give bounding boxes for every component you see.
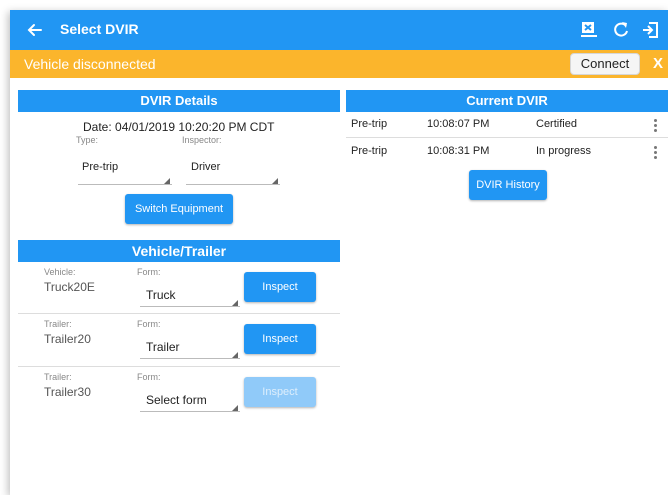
type-value: Pre-trip [82,161,119,173]
trailer-name: Trailer20 [44,332,91,346]
row-type-label: Trailer: [44,372,72,382]
form-value: Trailer [146,340,180,354]
form-value: Truck [146,288,176,302]
more-options-icon[interactable] [654,119,657,134]
row-type-label: Vehicle: [44,267,76,277]
banner-close-button[interactable]: X [653,55,663,72]
connect-button[interactable]: Connect [570,53,640,75]
vehicle-disconnected-banner: Vehicle disconnected Connect X [10,50,668,78]
truck-disconnected-icon[interactable] [578,19,600,41]
inspector-underline [186,184,280,185]
form-underline [140,358,240,359]
dvir-status: Certified [536,118,577,130]
form-value: Select form [146,393,207,407]
row-divider [18,366,340,367]
refresh-icon[interactable] [610,19,632,41]
dvir-type: Pre-trip [351,118,388,130]
row-type-label: Trailer: [44,319,72,329]
logout-icon[interactable] [640,19,662,41]
form-label: Form: [137,319,161,329]
switch-equipment-button[interactable]: Switch Equipment [125,194,233,224]
dvir-details-header: DVIR Details [18,90,340,112]
inspect-button[interactable]: Inspect [244,272,316,302]
form-underline [140,411,240,412]
dvir-time: 10:08:07 PM [427,118,490,130]
row-divider [346,137,668,138]
vehicle-trailer-header: Vehicle/Trailer [18,240,340,262]
page-title: Select DVIR [60,21,139,37]
app-window: Select DVIR Vehicle disconnected Connect… [10,10,668,495]
current-dvir-header: Current DVIR [346,90,668,112]
vehicle-name: Truck20E [44,280,95,294]
type-underline [78,184,172,185]
more-options-icon[interactable] [654,146,657,161]
form-underline [140,306,240,307]
dvir-type: Pre-trip [351,145,388,157]
inspector-label: Inspector: [182,135,222,145]
banner-message: Vehicle disconnected [24,56,156,72]
inspect-button-disabled[interactable]: Inspect [244,377,316,407]
dvir-status: In progress [536,145,592,157]
inspector-value: Driver [191,161,221,173]
dvir-date: Date: 04/01/2019 10:20:20 PM CDT [83,120,275,134]
form-label: Form: [137,372,161,382]
row-divider [18,313,340,314]
app-bar: Select DVIR [10,10,668,50]
inspect-button[interactable]: Inspect [244,324,316,354]
trailer-name: Trailer30 [44,385,91,399]
type-label: Type: [76,135,99,145]
form-label: Form: [137,267,161,277]
back-arrow-icon[interactable] [24,19,46,41]
dvir-time: 10:08:31 PM [427,145,490,157]
dvir-history-button[interactable]: DVIR History [469,170,547,200]
